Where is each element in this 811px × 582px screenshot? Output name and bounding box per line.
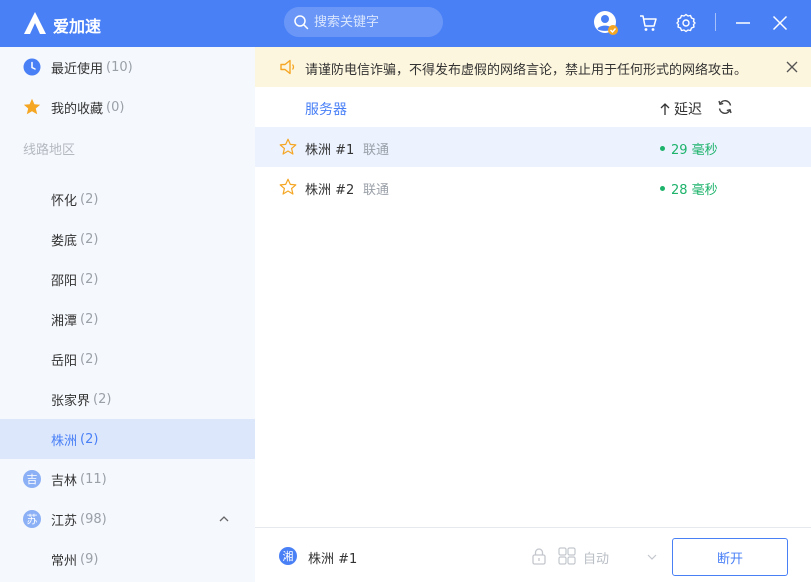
province-label: 江苏 [51, 513, 78, 529]
province-label: 吉林 [51, 473, 78, 489]
avatar-button[interactable] [593, 10, 619, 36]
city-count: (2) [80, 231, 99, 247]
server-latency: 29 毫秒 [660, 139, 718, 158]
sidebar-item-recent[interactable]: 最近使用 (10) [0, 47, 255, 87]
mode-select[interactable]: 自动 [583, 548, 609, 567]
app-name: 爱加速 [53, 17, 102, 36]
server-name: 株洲 #1 [305, 143, 355, 158]
connected-server-name: 株洲 #1 [308, 552, 358, 567]
sidebar-city-item[interactable]: 娄底 (2) [0, 219, 255, 259]
search-box[interactable] [284, 7, 443, 37]
latency-value: 28 毫秒 [671, 183, 718, 198]
province-badge: 吉 [23, 470, 41, 488]
region-section-title: 线路地区 [23, 143, 76, 158]
city-count: (2) [80, 311, 99, 327]
column-delay-label: 延迟 [674, 102, 702, 118]
title-bar: 爱加速 [0, 0, 811, 47]
sidebar-city-item-active[interactable]: 株洲 (2) [0, 419, 255, 459]
city-count: (2) [80, 431, 99, 447]
star-outline-icon[interactable] [279, 178, 297, 196]
settings-button[interactable] [673, 10, 699, 36]
sidebar-city-item[interactable]: 邵阳 (2) [0, 259, 255, 299]
server-name: 株洲 #2 [305, 183, 355, 198]
notice-bar: 请谨防电信诈骗，不得发布虚假的网络言论，禁止用于任何形式的网络攻击。 [255, 47, 811, 87]
minimize-icon [736, 22, 750, 24]
server-row[interactable]: 株洲 #2 联通 28 毫秒 [255, 167, 811, 207]
chevron-up-icon[interactable] [218, 513, 230, 525]
sidebar-province-item[interactable]: 苏 江苏 (98) [0, 499, 255, 539]
latency-dot [660, 186, 665, 191]
speaker-icon [280, 59, 295, 75]
sidebar-item-count: (0) [106, 99, 125, 115]
province-badge: 苏 [23, 510, 41, 528]
close-icon [772, 15, 788, 31]
sidebar-city-item[interactable]: 岳阳 (2) [0, 339, 255, 379]
chevron-down-icon[interactable] [647, 552, 657, 562]
city-label: 湘潭 [51, 313, 78, 329]
sidebar-city-item[interactable]: 湘潭 (2) [0, 299, 255, 339]
arrow-up-icon [660, 103, 670, 115]
server-list-header: 服务器 延迟 [255, 87, 811, 127]
clock-icon [23, 58, 41, 76]
city-count: (2) [80, 271, 99, 287]
star-outline-icon[interactable] [279, 138, 297, 156]
search-icon [294, 15, 309, 30]
sidebar-city-item[interactable]: 张家界 (2) [0, 379, 255, 419]
lock-icon[interactable] [530, 547, 548, 565]
latency-dot [660, 146, 665, 151]
search-input[interactable] [314, 12, 434, 32]
city-label: 张家界 [51, 393, 91, 409]
cart-icon [640, 15, 657, 31]
city-count: (2) [80, 351, 99, 367]
city-count: (2) [93, 391, 112, 407]
connected-region-badge: 湘 [279, 547, 297, 565]
province-count: (11) [80, 471, 107, 487]
refresh-icon[interactable] [717, 99, 733, 115]
sidebar-item-favorites[interactable]: 我的收藏 (0) [0, 87, 255, 127]
city-count: (9) [80, 551, 99, 567]
cart-button[interactable] [635, 10, 661, 36]
city-label: 怀化 [51, 193, 78, 209]
city-label: 邵阳 [51, 273, 78, 289]
latency-value: 29 毫秒 [671, 143, 718, 158]
server-row[interactable]: 株洲 #1 联通 29 毫秒 [255, 127, 811, 167]
sidebar-city-item[interactable]: 常州 (9) [0, 539, 255, 579]
title-separator [715, 13, 716, 31]
star-icon [23, 98, 41, 115]
column-delay-sort[interactable]: 延迟 [659, 99, 702, 119]
sidebar-item-count: (10) [106, 59, 133, 75]
avatar-icon [594, 11, 618, 35]
sidebar: 最近使用 (10) 我的收藏 (0) 线路地区 怀化 (2) 娄底 (2) 邵阳… [0, 47, 255, 582]
close-button[interactable] [767, 10, 793, 36]
gear-icon [676, 13, 696, 33]
sidebar-province-item[interactable]: 吉 吉林 (11) [0, 459, 255, 499]
sidebar-city-item[interactable]: 怀化 (2) [0, 179, 255, 219]
app-window: 爱加速 搜索关键字 最近使用 (10) 我的收藏 (0) 线路地区 怀化 (2)… [0, 0, 811, 582]
sidebar-item-label: 我的收藏 [51, 101, 104, 117]
city-label: 常州 [51, 553, 78, 569]
city-count: (2) [80, 191, 99, 207]
notice-text: 请谨防电信诈骗，不得发布虚假的网络言论，禁止用于任何形式的网络攻击。 [305, 63, 748, 78]
city-label: 岳阳 [51, 353, 78, 369]
column-server[interactable]: 服务器 [305, 99, 347, 119]
server-latency: 28 毫秒 [660, 179, 718, 198]
server-isp: 联通 [363, 143, 390, 158]
sidebar-item-label: 最近使用 [51, 61, 104, 77]
server-isp: 联通 [363, 183, 390, 198]
grid-icon [558, 547, 576, 565]
disconnect-button[interactable]: 断开 [672, 538, 788, 576]
city-label: 株洲 [51, 433, 78, 449]
minimize-button[interactable] [730, 10, 756, 36]
connection-bar: 湘 株洲 #1 自动 断开 [255, 527, 811, 582]
logo-icon [24, 12, 46, 34]
province-count: (98) [80, 511, 107, 527]
close-icon[interactable] [785, 60, 799, 74]
city-label: 娄底 [51, 233, 78, 249]
